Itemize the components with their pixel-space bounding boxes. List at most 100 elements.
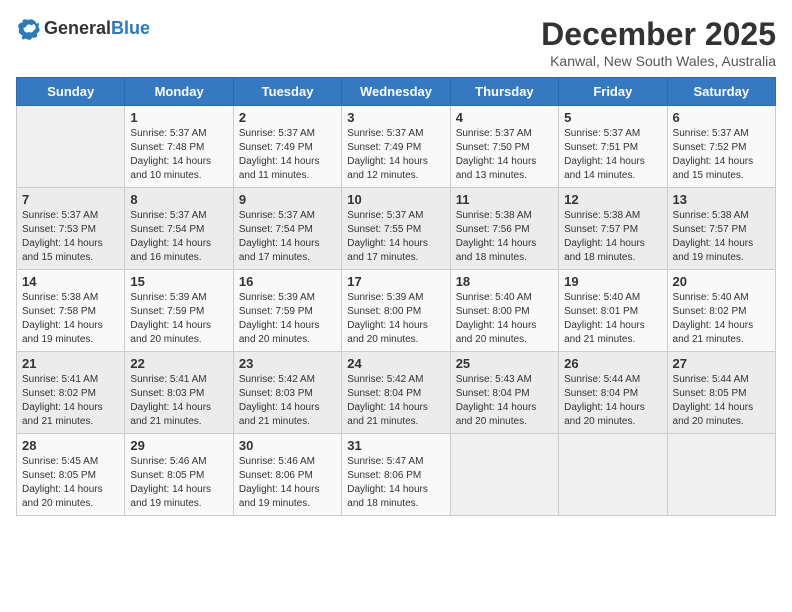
calendar-cell: 11Sunrise: 5:38 AMSunset: 7:56 PMDayligh… [450,188,558,270]
day-number: 16 [239,274,336,289]
day-number: 12 [564,192,661,207]
logo: GeneralBlue [16,16,150,40]
day-info: Sunrise: 5:37 AMSunset: 7:54 PMDaylight:… [130,209,227,265]
calendar-cell: 14Sunrise: 5:38 AMSunset: 7:58 PMDayligh… [17,270,125,352]
day-number: 6 [673,110,770,125]
day-info: Sunrise: 5:38 AMSunset: 7:57 PMDaylight:… [564,209,661,265]
day-info: Sunrise: 5:37 AMSunset: 7:50 PMDaylight:… [456,127,553,183]
calendar-cell: 17 Sunrise: 5:39 AMSunset: 8:00 PMDayligh… [342,270,450,352]
day-info: Sunrise: 5:37 AMSunset: 7:49 PMDaylight:… [239,127,336,183]
calendar-cell: 4 Sunrise: 5:37 AMSunset: 7:50 PMDaylight… [450,106,558,188]
calendar-cell: 30Sunrise: 5:46 AMSunset: 8:06 PMDayligh… [233,434,341,516]
calendar-cell: 1Sunrise: 5:37 AMSunset: 7:48 PMDaylight… [125,106,233,188]
calendar-cell: 13 Sunrise: 5:38 AMSunset: 7:57 PMDayligh… [667,188,775,270]
logo-blue: Blue [111,18,150,38]
day-number: 28 [22,438,119,453]
calendar-cell: 24 Sunrise: 5:42 AMSunset: 8:04 PMDayligh… [342,352,450,434]
month-title: December 2025 [541,16,776,53]
day-info: Sunrise: 5:37 AMSunset: 7:49 PMDaylight:… [347,127,444,183]
day-info: Sunrise: 5:38 AMSunset: 7:57 PMDaylight:… [673,209,770,265]
day-number: 25 [456,356,553,371]
day-number: 5 [564,110,661,125]
calendar-header: SundayMondayTuesdayWednesdayThursdayFrid… [17,78,776,106]
day-number: 9 [239,192,336,207]
day-info: Sunrise: 5:47 AMSunset: 8:06 PMDaylight:… [347,455,444,511]
calendar-cell [450,434,558,516]
header-friday: Friday [559,78,667,106]
day-info: Sunrise: 5:38 AMSunset: 7:56 PMDaylight:… [456,209,553,265]
header-wednesday: Wednesday [342,78,450,106]
day-number: 13 [673,192,770,207]
calendar-cell: 26 Sunrise: 5:44 AMSunset: 8:04 PMDayligh… [559,352,667,434]
calendar-cell: 12 Sunrise: 5:38 AMSunset: 7:57 PMDayligh… [559,188,667,270]
day-info: Sunrise: 5:40 AMSunset: 8:01 PMDaylight:… [564,291,661,347]
day-info: Sunrise: 5:40 AMSunset: 8:02 PMDaylight:… [673,291,770,347]
day-info: Sunrise: 5:40 AMSunset: 8:00 PMDaylight:… [456,291,553,347]
day-number: 3 [347,110,444,125]
day-info: Sunrise: 5:46 AMSunset: 8:05 PMDaylight:… [130,455,227,511]
location-title: Kanwal, New South Wales, Australia [541,53,776,69]
day-info: Sunrise: 5:42 AMSunset: 8:03 PMDaylight:… [239,373,336,429]
day-info: Sunrise: 5:44 AMSunset: 8:05 PMDaylight:… [673,373,770,429]
header-thursday: Thursday [450,78,558,106]
logo-text: GeneralBlue [44,18,150,39]
week-row-5: 28Sunrise: 5:45 AMSunset: 8:05 PMDayligh… [17,434,776,516]
day-info: Sunrise: 5:37 AMSunset: 7:54 PMDaylight:… [239,209,336,265]
day-info: Sunrise: 5:42 AMSunset: 8:04 PMDaylight:… [347,373,444,429]
day-info: Sunrise: 5:44 AMSunset: 8:04 PMDaylight:… [564,373,661,429]
day-number: 7 [22,192,119,207]
calendar-cell: 15 Sunrise: 5:39 AMSunset: 7:59 PMDayligh… [125,270,233,352]
calendar-cell: 8 Sunrise: 5:37 AMSunset: 7:54 PMDaylight… [125,188,233,270]
header-monday: Monday [125,78,233,106]
calendar-cell [667,434,775,516]
week-row-1: 1Sunrise: 5:37 AMSunset: 7:48 PMDaylight… [17,106,776,188]
day-number: 15 [130,274,227,289]
day-info: Sunrise: 5:43 AMSunset: 8:04 PMDaylight:… [456,373,553,429]
calendar-cell: 20 Sunrise: 5:40 AMSunset: 8:02 PMDayligh… [667,270,775,352]
calendar-cell: 25 Sunrise: 5:43 AMSunset: 8:04 PMDayligh… [450,352,558,434]
day-number: 20 [673,274,770,289]
week-row-3: 14Sunrise: 5:38 AMSunset: 7:58 PMDayligh… [17,270,776,352]
week-row-4: 21Sunrise: 5:41 AMSunset: 8:02 PMDayligh… [17,352,776,434]
day-info: Sunrise: 5:37 AMSunset: 7:51 PMDaylight:… [564,127,661,183]
day-number: 31 [347,438,444,453]
header-tuesday: Tuesday [233,78,341,106]
day-number: 17 [347,274,444,289]
day-number: 10 [347,192,444,207]
day-number: 14 [22,274,119,289]
calendar-table: SundayMondayTuesdayWednesdayThursdayFrid… [16,77,776,516]
day-number: 29 [130,438,227,453]
logo-general: General [44,18,111,38]
day-info: Sunrise: 5:37 AMSunset: 7:53 PMDaylight:… [22,209,119,265]
day-info: Sunrise: 5:46 AMSunset: 8:06 PMDaylight:… [239,455,336,511]
day-number: 21 [22,356,119,371]
calendar-cell: 21Sunrise: 5:41 AMSunset: 8:02 PMDayligh… [17,352,125,434]
week-row-2: 7 Sunrise: 5:37 AMSunset: 7:53 PMDaylight… [17,188,776,270]
day-number: 23 [239,356,336,371]
day-number: 26 [564,356,661,371]
calendar-cell: 23 Sunrise: 5:42 AMSunset: 8:03 PMDayligh… [233,352,341,434]
calendar-cell: 19 Sunrise: 5:40 AMSunset: 8:01 PMDayligh… [559,270,667,352]
calendar-cell [559,434,667,516]
day-info: Sunrise: 5:39 AMSunset: 7:59 PMDaylight:… [130,291,227,347]
calendar-cell: 28Sunrise: 5:45 AMSunset: 8:05 PMDayligh… [17,434,125,516]
title-block: December 2025 Kanwal, New South Wales, A… [541,16,776,69]
calendar-cell: 10 Sunrise: 5:37 AMSunset: 7:55 PMDayligh… [342,188,450,270]
day-number: 22 [130,356,227,371]
days-header-row: SundayMondayTuesdayWednesdayThursdayFrid… [17,78,776,106]
header-saturday: Saturday [667,78,775,106]
calendar-cell: 27Sunrise: 5:44 AMSunset: 8:05 PMDayligh… [667,352,775,434]
calendar-cell: 31 Sunrise: 5:47 AMSunset: 8:06 PMDayligh… [342,434,450,516]
day-info: Sunrise: 5:39 AMSunset: 8:00 PMDaylight:… [347,291,444,347]
day-number: 2 [239,110,336,125]
header-sunday: Sunday [17,78,125,106]
day-number: 24 [347,356,444,371]
calendar-cell: 29 Sunrise: 5:46 AMSunset: 8:05 PMDayligh… [125,434,233,516]
day-info: Sunrise: 5:37 AMSunset: 7:55 PMDaylight:… [347,209,444,265]
day-number: 19 [564,274,661,289]
calendar-cell: 9 Sunrise: 5:37 AMSunset: 7:54 PMDaylight… [233,188,341,270]
day-number: 8 [130,192,227,207]
calendar-cell: 22Sunrise: 5:41 AMSunset: 8:03 PMDayligh… [125,352,233,434]
calendar-body: 1Sunrise: 5:37 AMSunset: 7:48 PMDaylight… [17,106,776,516]
day-number: 4 [456,110,553,125]
